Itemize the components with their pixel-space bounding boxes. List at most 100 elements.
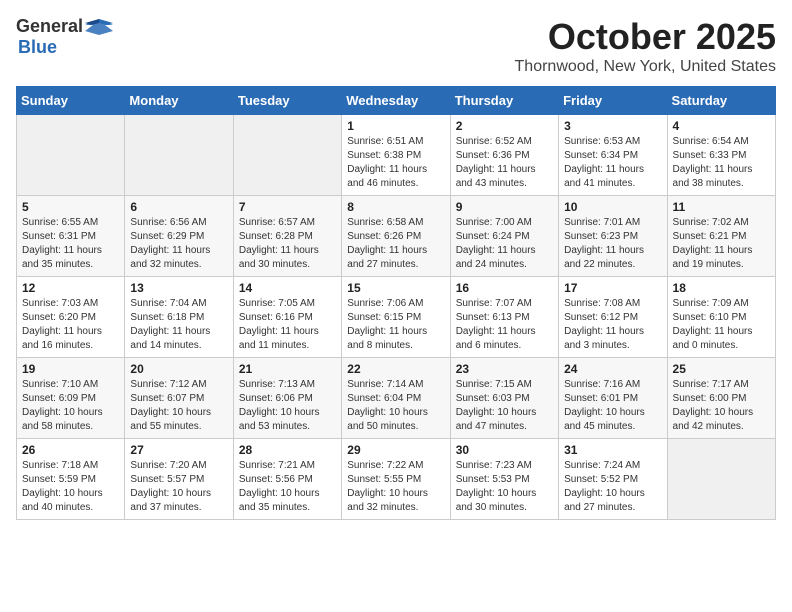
day-info: Sunrise: 7:22 AM Sunset: 5:55 PM Dayligh… — [347, 459, 444, 515]
calendar-cell — [233, 115, 341, 196]
day-number: 8 — [347, 200, 444, 214]
day-info: Sunrise: 7:02 AM Sunset: 6:21 PM Dayligh… — [673, 216, 770, 272]
calendar-cell: 10Sunrise: 7:01 AM Sunset: 6:23 PM Dayli… — [559, 196, 667, 277]
day-number: 1 — [347, 119, 444, 133]
calendar-cell — [17, 115, 125, 196]
day-number: 11 — [673, 200, 770, 214]
calendar-cell: 14 Sunrise: 7:05 AM Sunset: 6:16 PM Dayli… — [233, 277, 341, 358]
day-header-monday: Monday — [125, 87, 233, 115]
calendar-title: October 2025 — [515, 16, 776, 58]
calendar-cell: 27 Sunrise: 7:20 AM Sunset: 5:57 PM Dayli… — [125, 439, 233, 520]
day-header-tuesday: Tuesday — [233, 87, 341, 115]
days-header-row: SundayMondayTuesdayWednesdayThursdayFrid… — [17, 87, 776, 115]
day-number: 7 — [239, 200, 336, 214]
calendar-cell: 13 Sunrise: 7:04 AM Sunset: 6:18 PM Dayli… — [125, 277, 233, 358]
calendar-cell: 26 Sunrise: 7:18 AM Sunset: 5:59 PM Dayli… — [17, 439, 125, 520]
day-info: Sunrise: 7:05 AM Sunset: 6:16 PM Dayligh… — [239, 297, 336, 353]
day-info: Sunrise: 6:53 AM Sunset: 6:34 PM Dayligh… — [564, 135, 661, 191]
day-number: 27 — [130, 443, 227, 457]
day-header-friday: Friday — [559, 87, 667, 115]
calendar-cell: 19 Sunrise: 7:10 AM Sunset: 6:09 PM Dayli… — [17, 358, 125, 439]
calendar-cell: 25 Sunrise: 7:17 AM Sunset: 6:00 PM Dayli… — [667, 358, 775, 439]
day-info: Sunrise: 7:12 AM Sunset: 6:07 PM Dayligh… — [130, 378, 227, 434]
calendar-cell: 28 Sunrise: 7:21 AM Sunset: 5:56 PM Dayli… — [233, 439, 341, 520]
calendar-cell: 24 Sunrise: 7:16 AM Sunset: 6:01 PM Dayli… — [559, 358, 667, 439]
day-number: 19 — [22, 362, 119, 376]
calendar-cell: 23Sunrise: 7:15 AM Sunset: 6:03 PM Dayli… — [450, 358, 558, 439]
day-number: 22 — [347, 362, 444, 376]
day-info: Sunrise: 7:16 AM Sunset: 6:01 PM Dayligh… — [564, 378, 661, 434]
logo-blue-text: Blue — [18, 37, 57, 58]
day-number: 14 — [239, 281, 336, 295]
calendar-cell: 15 Sunrise: 7:06 AM Sunset: 6:15 PM Dayli… — [342, 277, 450, 358]
day-number: 13 — [130, 281, 227, 295]
calendar-cell — [667, 439, 775, 520]
day-info: Sunrise: 7:18 AM Sunset: 5:59 PM Dayligh… — [22, 459, 119, 515]
day-number: 20 — [130, 362, 227, 376]
day-info: Sunrise: 7:14 AM Sunset: 6:04 PM Dayligh… — [347, 378, 444, 434]
day-info: Sunrise: 6:55 AM Sunset: 6:31 PM Dayligh… — [22, 216, 119, 272]
day-info: Sunrise: 7:10 AM Sunset: 6:09 PM Dayligh… — [22, 378, 119, 434]
day-info: Sunrise: 6:51 AM Sunset: 6:38 PM Dayligh… — [347, 135, 444, 191]
calendar-cell: 6 Sunrise: 6:56 AM Sunset: 6:29 PM Daylig… — [125, 196, 233, 277]
day-number: 26 — [22, 443, 119, 457]
calendar-cell: 1 Sunrise: 6:51 AM Sunset: 6:38 PM Daylig… — [342, 115, 450, 196]
day-number: 15 — [347, 281, 444, 295]
calendar-cell: 22 Sunrise: 7:14 AM Sunset: 6:04 PM Dayli… — [342, 358, 450, 439]
day-info: Sunrise: 7:15 AM Sunset: 6:03 PM Dayligh… — [456, 378, 553, 434]
day-number: 9 — [456, 200, 553, 214]
calendar-cell: 11 Sunrise: 7:02 AM Sunset: 6:21 PM Dayli… — [667, 196, 775, 277]
calendar-cell: 16Sunrise: 7:07 AM Sunset: 6:13 PM Dayli… — [450, 277, 558, 358]
day-header-thursday: Thursday — [450, 87, 558, 115]
day-header-sunday: Sunday — [17, 87, 125, 115]
day-info: Sunrise: 7:13 AM Sunset: 6:06 PM Dayligh… — [239, 378, 336, 434]
day-number: 29 — [347, 443, 444, 457]
day-number: 21 — [239, 362, 336, 376]
day-number: 31 — [564, 443, 661, 457]
calendar-cell: 2Sunrise: 6:52 AM Sunset: 6:36 PM Daylig… — [450, 115, 558, 196]
calendar-cell: 3 Sunrise: 6:53 AM Sunset: 6:34 PM Daylig… — [559, 115, 667, 196]
day-info: Sunrise: 7:23 AM Sunset: 5:53 PM Dayligh… — [456, 459, 553, 515]
day-number: 12 — [22, 281, 119, 295]
day-info: Sunrise: 6:58 AM Sunset: 6:26 PM Dayligh… — [347, 216, 444, 272]
day-info: Sunrise: 6:56 AM Sunset: 6:29 PM Dayligh… — [130, 216, 227, 272]
day-number: 28 — [239, 443, 336, 457]
calendar-cell: 8 Sunrise: 6:58 AM Sunset: 6:26 PM Daylig… — [342, 196, 450, 277]
day-number: 18 — [673, 281, 770, 295]
day-header-wednesday: Wednesday — [342, 87, 450, 115]
calendar-table: SundayMondayTuesdayWednesdayThursdayFrid… — [16, 86, 776, 520]
day-number: 24 — [564, 362, 661, 376]
week-row-3: 12 Sunrise: 7:03 AM Sunset: 6:20 PM Dayli… — [17, 277, 776, 358]
day-info: Sunrise: 7:06 AM Sunset: 6:15 PM Dayligh… — [347, 297, 444, 353]
calendar-cell: 7Sunrise: 6:57 AM Sunset: 6:28 PM Daylig… — [233, 196, 341, 277]
day-header-saturday: Saturday — [667, 87, 775, 115]
calendar-cell: 9 Sunrise: 7:00 AM Sunset: 6:24 PM Daylig… — [450, 196, 558, 277]
day-number: 4 — [673, 119, 770, 133]
logo-bird-icon — [85, 17, 113, 37]
day-number: 25 — [673, 362, 770, 376]
day-info: Sunrise: 7:21 AM Sunset: 5:56 PM Dayligh… — [239, 459, 336, 515]
calendar-cell — [125, 115, 233, 196]
day-number: 30 — [456, 443, 553, 457]
calendar-cell: 20 Sunrise: 7:12 AM Sunset: 6:07 PM Dayli… — [125, 358, 233, 439]
day-info: Sunrise: 7:20 AM Sunset: 5:57 PM Dayligh… — [130, 459, 227, 515]
day-number: 5 — [22, 200, 119, 214]
header: General Blue October 2025 Thornwood, New… — [16, 16, 776, 76]
calendar-cell: 21 Sunrise: 7:13 AM Sunset: 6:06 PM Dayli… — [233, 358, 341, 439]
day-number: 17 — [564, 281, 661, 295]
logo: General Blue — [16, 16, 113, 58]
day-info: Sunrise: 7:04 AM Sunset: 6:18 PM Dayligh… — [130, 297, 227, 353]
day-info: Sunrise: 6:54 AM Sunset: 6:33 PM Dayligh… — [673, 135, 770, 191]
day-number: 3 — [564, 119, 661, 133]
day-number: 6 — [130, 200, 227, 214]
day-info: Sunrise: 7:00 AM Sunset: 6:24 PM Dayligh… — [456, 216, 553, 272]
calendar-cell: 12 Sunrise: 7:03 AM Sunset: 6:20 PM Dayli… — [17, 277, 125, 358]
title-section: October 2025 Thornwood, New York, United… — [515, 16, 776, 76]
week-row-4: 19 Sunrise: 7:10 AM Sunset: 6:09 PM Dayli… — [17, 358, 776, 439]
calendar-cell: 5 Sunrise: 6:55 AM Sunset: 6:31 PM Daylig… — [17, 196, 125, 277]
day-info: Sunrise: 7:17 AM Sunset: 6:00 PM Dayligh… — [673, 378, 770, 434]
day-info: Sunrise: 7:03 AM Sunset: 6:20 PM Dayligh… — [22, 297, 119, 353]
calendar-cell: 4 Sunrise: 6:54 AM Sunset: 6:33 PM Daylig… — [667, 115, 775, 196]
calendar-cell: 18Sunrise: 7:09 AM Sunset: 6:10 PM Dayli… — [667, 277, 775, 358]
day-number: 10 — [564, 200, 661, 214]
